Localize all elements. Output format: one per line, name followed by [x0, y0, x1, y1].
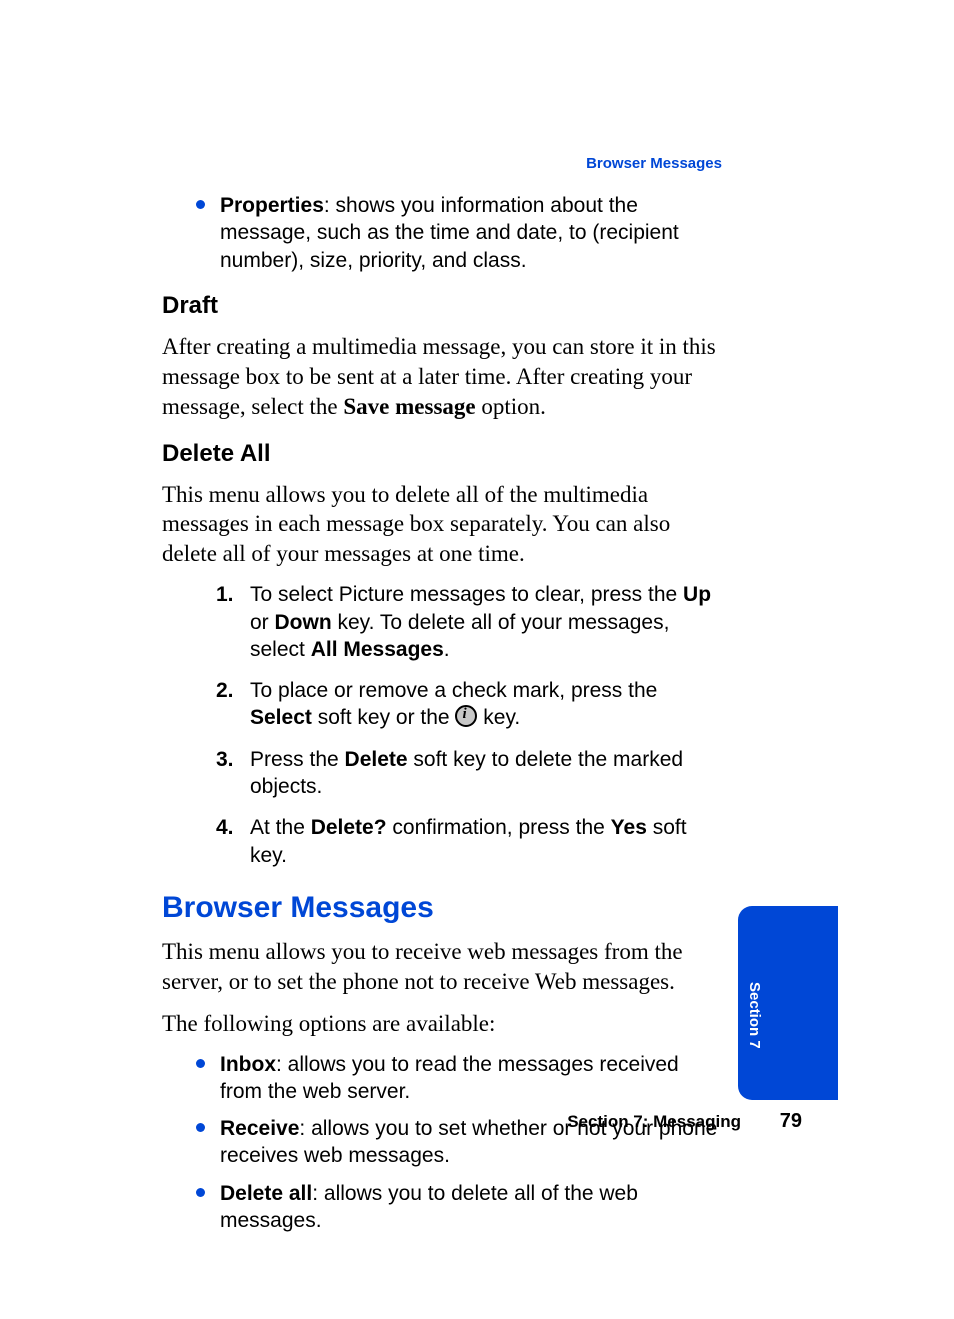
- running-head: Browser Messages: [586, 155, 722, 172]
- term: Properties: [220, 194, 324, 217]
- page: Browser Messages Properties: shows you i…: [0, 0, 954, 1319]
- browser-options-list: Inbox: allows you to read the messages r…: [162, 1051, 722, 1235]
- list-item: Inbox: allows you to read the messages r…: [162, 1051, 722, 1106]
- bold-text: All Messages: [311, 638, 444, 661]
- term: Delete all: [220, 1182, 312, 1205]
- text: key.: [477, 706, 520, 729]
- bold-text: Save message: [343, 394, 475, 419]
- text: option.: [476, 394, 546, 419]
- text: .: [444, 638, 450, 661]
- ok-key-icon: [455, 705, 477, 727]
- heading-delete-all: Delete All: [162, 440, 722, 468]
- bullet-icon: [196, 200, 205, 209]
- text: or: [250, 611, 275, 634]
- bold-text: Delete?: [311, 816, 387, 839]
- footer-section-label: Section 7: Messaging: [567, 1112, 741, 1131]
- bullet-icon: [196, 1188, 205, 1197]
- bold-text: Delete: [345, 748, 408, 771]
- step-number: 3.: [216, 746, 234, 773]
- list-item: Properties: shows you information about …: [162, 192, 722, 274]
- page-footer: Section 7: Messaging 79: [162, 1110, 802, 1133]
- step-number: 2.: [216, 677, 234, 704]
- step-number: 4.: [216, 814, 234, 841]
- steps-list: 1. To select Picture messages to clear, …: [162, 581, 722, 869]
- step-2: 2. To place or remove a check mark, pres…: [162, 677, 722, 732]
- bold-text: Select: [250, 706, 312, 729]
- content-area: Properties: shows you information about …: [162, 192, 722, 1244]
- text: confirmation, press the: [387, 816, 611, 839]
- text: At the: [250, 816, 311, 839]
- text: To place or remove a check mark, press t…: [250, 679, 657, 702]
- heading-browser-messages: Browser Messages: [162, 891, 722, 925]
- text: To select Picture messages to clear, pre…: [250, 583, 683, 606]
- bold-text: Yes: [611, 816, 647, 839]
- properties-list: Properties: shows you information about …: [162, 192, 722, 274]
- paragraph: This menu allows you to delete all of th…: [162, 480, 722, 570]
- step-1: 1. To select Picture messages to clear, …: [162, 581, 722, 663]
- term: Inbox: [220, 1053, 276, 1076]
- text: soft key or the: [312, 706, 456, 729]
- step-3: 3. Press the Delete soft key to delete t…: [162, 746, 722, 801]
- desc: : allows you to read the messages receiv…: [220, 1053, 679, 1103]
- bold-text: Down: [275, 611, 332, 634]
- bold-text: Up: [683, 583, 711, 606]
- heading-draft: Draft: [162, 292, 722, 320]
- step-number: 1.: [216, 581, 234, 608]
- text: Press the: [250, 748, 345, 771]
- bullet-icon: [196, 1059, 205, 1068]
- paragraph: After creating a multimedia message, you…: [162, 332, 722, 422]
- paragraph: This menu allows you to receive web mess…: [162, 937, 722, 997]
- step-4: 4. At the Delete? confirmation, press th…: [162, 814, 722, 869]
- paragraph: The following options are available:: [162, 1009, 722, 1039]
- list-item: Delete all: allows you to delete all of …: [162, 1180, 722, 1235]
- section-tab-label: Section 7: [747, 970, 763, 1060]
- page-number: 79: [780, 1110, 802, 1133]
